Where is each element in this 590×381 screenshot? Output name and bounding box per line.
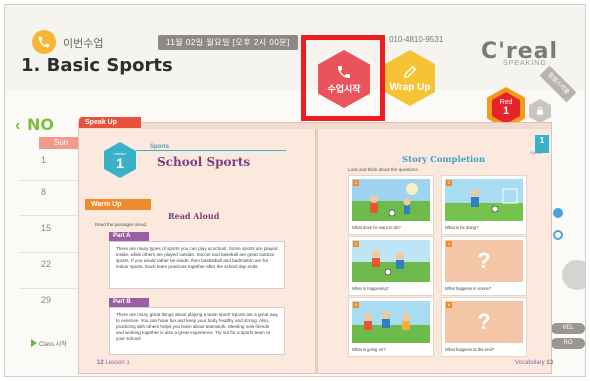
- panel-caption: What is going on?: [352, 347, 386, 352]
- story-panel[interactable]: 1 What does he want to do?: [348, 175, 434, 235]
- panel-number: 1: [353, 180, 359, 186]
- app-frame: 이번수업 11월 02일 월요일 [오후 2시 00분] 010-4810-95…: [4, 4, 586, 377]
- radio-icon[interactable]: [553, 230, 563, 240]
- part-b-text: There are many great things about playin…: [109, 307, 285, 355]
- question-image: ?: [445, 240, 523, 282]
- left-page-number-label: Lesson 1: [105, 360, 130, 366]
- page-title: 1. Basic Sports: [21, 55, 173, 76]
- level-button[interactable]: VEL: [551, 323, 585, 334]
- panel-number: 2: [446, 180, 452, 186]
- calendar-date[interactable]: 22: [41, 259, 51, 269]
- panel-number: 4: [446, 241, 452, 247]
- soccer-kick-image: [445, 179, 523, 221]
- panel-caption: What is he doing?: [445, 225, 479, 230]
- story-instruction: Look and think about the questions.: [348, 167, 420, 172]
- soccer-collision-image: [352, 240, 430, 282]
- teacher-phone: 010-4810-9531: [389, 35, 444, 44]
- lesson-date: 11월 02일 월요일 [오후 2시 00분]: [158, 35, 298, 50]
- brand-subtitle: SPEAKING: [503, 60, 547, 67]
- book-spine: [315, 129, 318, 373]
- left-page-number-value: 12: [97, 360, 104, 366]
- panel-caption: What happens at the end?: [445, 347, 495, 352]
- story-panel[interactable]: 5 What is going on?: [348, 297, 434, 357]
- read-instruction: Read the passages aloud.: [95, 222, 148, 227]
- story-panel[interactable]: 2 What is he doing?: [441, 175, 527, 235]
- class-info: Class 시작: [39, 342, 67, 348]
- lock-icon: [529, 99, 551, 123]
- calendar-divider: [19, 288, 81, 289]
- warm-up-tag: Warm Up: [85, 199, 151, 210]
- calendar-date[interactable]: 15: [41, 223, 51, 233]
- soccer-field-image: [352, 179, 430, 221]
- story-panel[interactable]: 3 What is happening?: [348, 236, 434, 296]
- part-b-tag: Part B: [109, 298, 149, 307]
- category-line: [136, 150, 286, 151]
- radio-selected-icon[interactable]: [553, 208, 563, 218]
- calendar-date[interactable]: 8: [41, 187, 46, 197]
- calendar-date[interactable]: 1: [41, 155, 46, 165]
- right-page-number: Vocabulary 13: [515, 360, 553, 366]
- panel-caption: What happens in scene?: [445, 286, 492, 291]
- round-button[interactable]: [562, 260, 585, 290]
- panel-number: 6: [446, 302, 452, 308]
- calendar-month: NO: [27, 115, 54, 134]
- phone-icon: [32, 30, 56, 54]
- right-page-title: Story Completion: [402, 155, 486, 165]
- story-panel[interactable]: 6 ? What happens at the end?: [441, 297, 527, 357]
- play-icon: [31, 339, 37, 347]
- ro-button[interactable]: RO: [551, 338, 585, 349]
- story-panel[interactable]: 4 ? What happens in scene?: [441, 236, 527, 296]
- panel-number: 3: [353, 241, 359, 247]
- question-mark-icon: ?: [477, 309, 491, 334]
- part-a-text: There are many types of sports you can p…: [109, 241, 285, 289]
- read-aloud-heading: Read Aloud: [168, 211, 220, 221]
- calendar-divider: [19, 215, 81, 216]
- highlight-box: [301, 35, 385, 121]
- soccer-team-image: [352, 301, 430, 343]
- level-number: 1: [502, 105, 510, 117]
- part-a-tag: Part A: [109, 232, 149, 241]
- speak-up-tab[interactable]: Speak Up: [79, 117, 141, 128]
- left-page-number: 12 Lesson 1: [97, 360, 130, 366]
- prev-month-icon[interactable]: ‹: [15, 117, 20, 135]
- pencil-icon: [403, 65, 417, 78]
- calendar-date[interactable]: 29: [41, 295, 51, 305]
- right-page-number-value: 13: [546, 360, 554, 366]
- question-mark-icon: ?: [477, 248, 491, 273]
- question-image: ?: [445, 301, 523, 343]
- lesson-number: 1: [116, 154, 124, 171]
- calendar-divider: [19, 180, 81, 181]
- panel-caption: What is happening?: [352, 286, 390, 291]
- right-page-number-label: Vocabulary: [515, 360, 545, 366]
- panel-number: 5: [353, 302, 359, 308]
- category-tag: Sports: [150, 144, 170, 150]
- panel-caption: What does he want to do?: [352, 225, 401, 230]
- calendar-divider: [19, 252, 81, 253]
- corner-label: Sports: [530, 150, 542, 155]
- wrap-up-label: Wrap Up: [389, 81, 431, 93]
- left-page-title: School Sports: [157, 155, 251, 169]
- calendar-day-header: Sun: [39, 137, 83, 149]
- next-lesson-label: 이번수업: [63, 38, 104, 50]
